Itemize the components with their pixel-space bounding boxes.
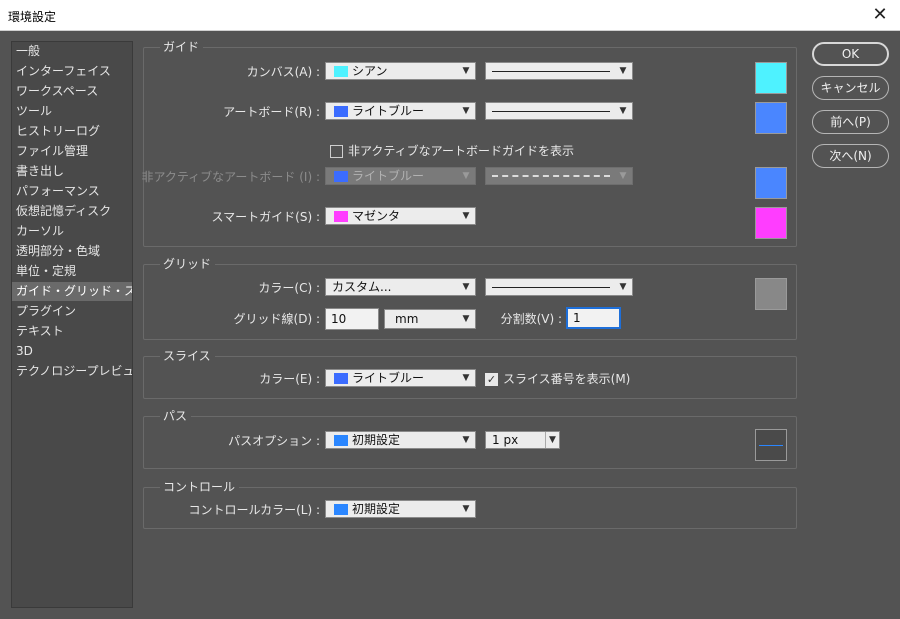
canvas-guide-label: カンバス(A) : [246,65,320,79]
cancel-button[interactable]: キャンセル [812,76,889,100]
prev-button[interactable]: 前へ(P) [812,110,889,134]
control-color-label: コントロールカラー(L) : [188,503,320,517]
artboard-color-swatch [334,106,348,117]
show-slice-numbers-label: スライス番号を表示(M) [503,372,631,386]
smart-guide-color-preview[interactable] [755,207,787,239]
next-button[interactable]: 次へ(N) [812,144,889,168]
sidebar-item-workspace[interactable]: ワークスペース [12,82,132,101]
artboard-color-preview[interactable] [755,102,787,134]
path-color-select[interactable]: 初期設定 ▼ [325,431,476,449]
inactive-artboard-guide-label: 非アクティブなアートボード (I) : [141,170,320,184]
sidebar-item-export[interactable]: 書き出し [12,162,132,181]
chevron-down-icon: ▼ [462,504,470,514]
sidebar-item-history-log[interactable]: ヒストリーログ [12,122,132,141]
solid-line-icon [492,287,610,288]
inactive-artboard-guide-style-select[interactable]: ▼ [485,167,633,185]
sidebar-item-units-rulers[interactable]: 単位・定規 [12,262,132,281]
chevron-down-icon: ▼ [462,171,470,181]
gridline-unit-select[interactable]: mm ▼ [384,309,476,329]
path-options-label: パスオプション : [228,434,320,448]
solid-line-icon [492,71,610,72]
sidebar-item-tools[interactable]: ツール [12,102,132,121]
sidebar-item-plugins[interactable]: プラグイン [12,302,132,321]
chevron-down-icon: ▼ [462,106,470,116]
chevron-down-icon: ▼ [619,66,627,76]
sidebar-item-scratch-disks[interactable]: 仮想記憶ディスク [12,202,132,221]
slices-group-title: スライス [160,349,215,363]
sidebar-item-cursors[interactable]: カーソル [12,222,132,241]
preferences-sidebar: 一般 インターフェイス ワークスペース ツール ヒストリーログ ファイル管理 書… [11,41,133,608]
inactive-artboard-color-preview[interactable] [755,167,787,199]
subdivisions-input[interactable]: 1 [566,307,621,329]
window-titlebar: 環境設定 ✕ [0,0,900,31]
guides-group-title: ガイド [160,40,204,54]
sidebar-item-file-handling[interactable]: ファイル管理 [12,142,132,161]
slice-color-swatch [334,373,348,384]
gridline-label: グリッド線(D) : [233,312,320,326]
path-group-title: パス [160,409,192,423]
grid-color-label: カラー(C) : [258,281,320,295]
artboard-guide-label: アートボード(R) : [223,105,320,119]
solid-line-icon [492,111,610,112]
grid-group-title: グリッド [160,257,216,271]
chevron-down-icon: ▼ [619,171,627,181]
show-inactive-artboard-guides-label: 非アクティブなアートボードガイドを表示 [348,144,574,158]
subdivisions-label: 分割数(V) : [500,312,562,326]
dashed-line-icon [492,175,610,177]
chevron-down-icon: ▼ [462,314,470,324]
slice-color-label: カラー(E) : [259,372,320,386]
inactive-artboard-color-swatch [334,171,348,182]
chevron-down-icon: ▼ [462,373,470,383]
close-icon[interactable]: ✕ [868,4,892,26]
artboard-guide-color-select[interactable]: ライトブルー ▼ [325,102,476,120]
sidebar-item-performance[interactable]: パフォーマンス [12,182,132,201]
path-color-swatch [334,435,348,446]
window-title: 環境設定 [8,10,57,24]
smart-guide-color-select[interactable]: マゼンタ ▼ [325,207,476,225]
ok-button[interactable]: OK [812,42,889,66]
sidebar-item-interface[interactable]: インターフェイス [12,62,132,81]
chevron-down-icon: ▼ [462,211,470,221]
sidebar-item-guides-grid-slices[interactable]: ガイド・グリッド・スライス [12,282,132,301]
canvas-guide-style-select[interactable]: ▼ [485,62,633,80]
smart-guide-color-swatch [334,211,348,222]
canvas-guide-color-select[interactable]: シアン ▼ [325,62,476,80]
inactive-artboard-guide-color-select[interactable]: ライトブルー ▼ [325,167,476,185]
chevron-down-icon: ▼ [462,435,470,445]
path-preview-line [759,445,783,446]
sidebar-item-type[interactable]: テキスト [12,322,132,341]
gridline-every-input[interactable]: 10 [325,308,379,330]
slice-color-select[interactable]: ライトブルー ▼ [325,369,476,387]
chevron-down-icon: ▼ [619,282,627,292]
canvas-color-swatch [334,66,348,77]
grid-style-select[interactable]: ▼ [485,278,633,296]
show-slice-numbers-checkbox[interactable]: ✓ [485,373,498,386]
smart-guide-label: スマートガイド(S) : [211,210,320,224]
chevron-down-icon: ▼ [462,66,470,76]
grid-color-preview[interactable] [755,278,787,310]
show-inactive-artboard-guides-checkbox[interactable] [330,145,343,158]
artboard-guide-style-select[interactable]: ▼ [485,102,633,120]
path-width-select[interactable]: 1 px ▼ [485,431,560,449]
chevron-down-icon: ▼ [462,282,470,292]
sidebar-item-technology-previews[interactable]: テクノロジープレビュー [12,362,132,381]
chevron-down-icon: ▼ [619,106,627,116]
control-color-select[interactable]: 初期設定 ▼ [325,500,476,518]
control-color-swatch [334,504,348,515]
sidebar-item-general[interactable]: 一般 [12,42,132,61]
canvas-color-preview[interactable] [755,62,787,94]
grid-color-select[interactable]: カスタム... ▼ [325,278,476,296]
chevron-down-icon: ▼ [545,432,559,448]
sidebar-item-3d[interactable]: 3D [12,342,132,361]
sidebar-item-transparency-gamut[interactable]: 透明部分・色域 [12,242,132,261]
path-preview [755,429,787,461]
control-group-title: コントロール [160,480,240,494]
